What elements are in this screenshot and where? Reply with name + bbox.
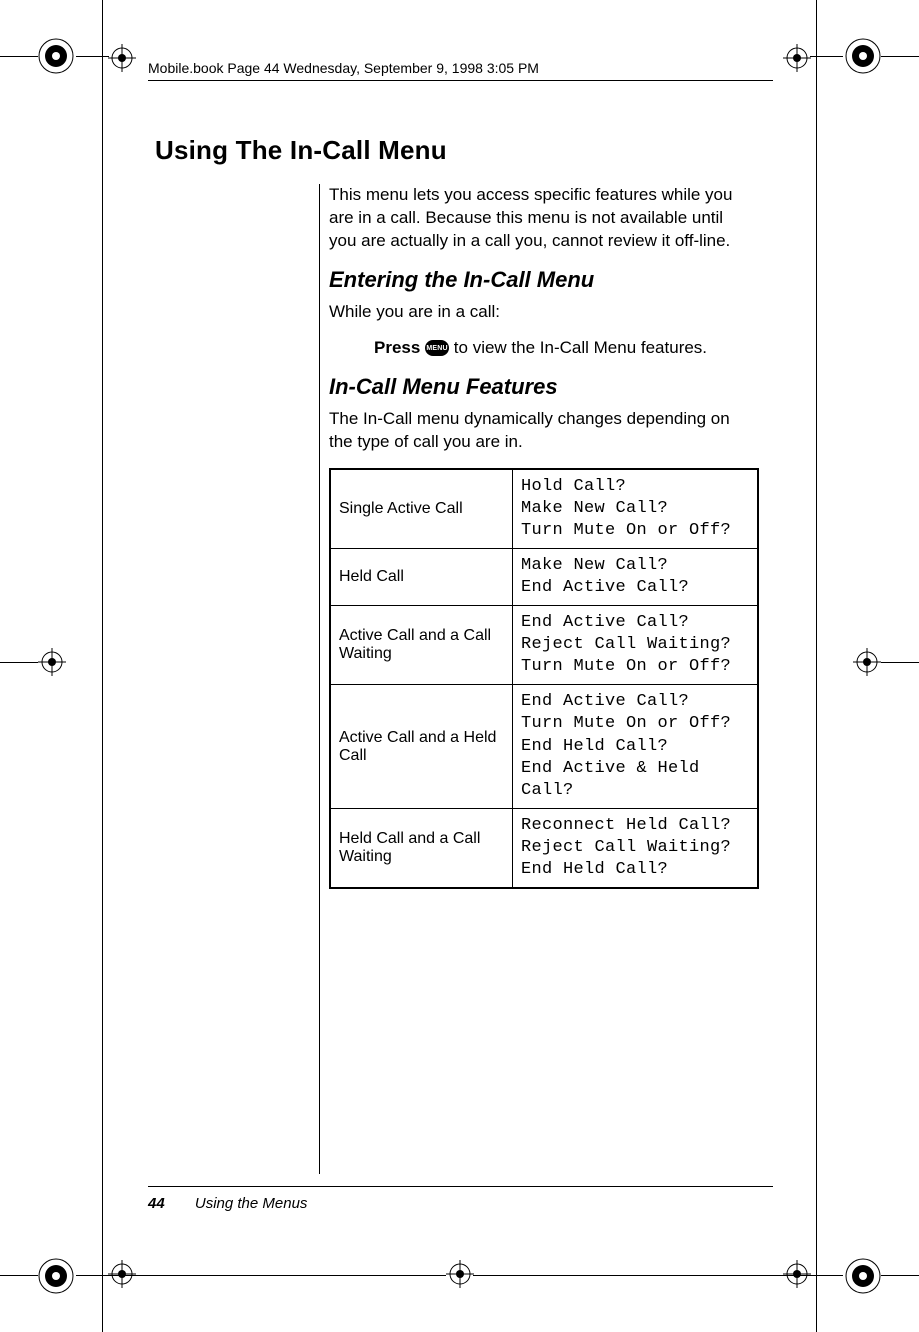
page-number: 44: [148, 1195, 165, 1212]
reg-mark-icon: [783, 44, 811, 72]
crop-line: [76, 1275, 446, 1276]
press-word: Press: [374, 338, 420, 357]
table-row: Active Call and a Held CallEnd Active Ca…: [330, 685, 758, 808]
crop-line: [881, 1275, 919, 1276]
table-cell-options: Make New Call?End Active Call?: [513, 548, 759, 605]
footer-section: Using the Menus: [195, 1195, 308, 1212]
features-intro: The In-Call menu dynamically changes dep…: [329, 408, 749, 454]
crop-line: [816, 0, 817, 1332]
table-row: Single Active CallHold Call?Make New Cal…: [330, 469, 758, 549]
ornament-bottom-left: [38, 1258, 74, 1294]
crop-line: [76, 56, 109, 57]
features-table: Single Active CallHold Call?Make New Cal…: [329, 468, 759, 890]
page-footer: 44 Using the Menus: [148, 1195, 307, 1212]
page-title: Using The In-Call Menu: [155, 135, 775, 166]
table-cell-state: Active Call and a Held Call: [330, 685, 513, 808]
table-cell-options: Hold Call?Make New Call?Turn Mute On or …: [513, 469, 759, 549]
crop-line: [102, 0, 103, 1332]
crop-line: [881, 56, 919, 57]
reg-mark-icon: [853, 648, 881, 676]
table-cell-options: End Active Call?Turn Mute On or Off?End …: [513, 685, 759, 808]
reg-mark-icon: [108, 1260, 136, 1288]
table-cell-state: Single Active Call: [330, 469, 513, 549]
press-tail: to view the In-Call Menu features.: [454, 338, 707, 357]
table-row: Held CallMake New Call?End Active Call?: [330, 548, 758, 605]
table-cell-options: Reconnect Held Call?Reject Call Waiting?…: [513, 808, 759, 888]
table-cell-options: End Active Call?Reject Call Waiting?Turn…: [513, 606, 759, 685]
section-heading-features: In-Call Menu Features: [329, 374, 749, 400]
section-heading-entering: Entering the In-Call Menu: [329, 267, 749, 293]
press-instruction: Press MENU to view the In-Call Menu feat…: [374, 338, 749, 358]
ornament-top-left: [38, 38, 74, 74]
doc-header-text: Mobile.book Page 44 Wednesday, September…: [148, 60, 539, 76]
table-row: Active Call and a Call WaitingEnd Active…: [330, 606, 758, 685]
footer-rule: [148, 1186, 773, 1187]
table-cell-state: Held Call and a Call Waiting: [330, 808, 513, 888]
crop-line: [0, 56, 38, 57]
page-content: Using The In-Call Menu This menu lets yo…: [155, 135, 775, 889]
crop-line: [881, 662, 919, 663]
table-cell-state: Held Call: [330, 548, 513, 605]
doc-header-rule: [148, 80, 773, 81]
crop-line: [473, 1275, 843, 1276]
table-cell-state: Active Call and a Call Waiting: [330, 606, 513, 685]
crop-line: [810, 56, 843, 57]
intro-paragraph: This menu lets you access specific featu…: [329, 184, 749, 253]
crop-line: [0, 662, 38, 663]
ornament-top-right: [845, 38, 881, 74]
reg-mark-icon: [783, 1260, 811, 1288]
menu-button-icon: MENU: [425, 340, 449, 356]
crop-line: [0, 1275, 38, 1276]
table-row: Held Call and a Call WaitingReconnect He…: [330, 808, 758, 888]
reg-mark-icon: [108, 44, 136, 72]
reg-mark-icon: [38, 648, 66, 676]
entering-line1: While you are in a call:: [329, 301, 749, 324]
reg-mark-icon: [446, 1260, 474, 1288]
ornament-bottom-right: [845, 1258, 881, 1294]
